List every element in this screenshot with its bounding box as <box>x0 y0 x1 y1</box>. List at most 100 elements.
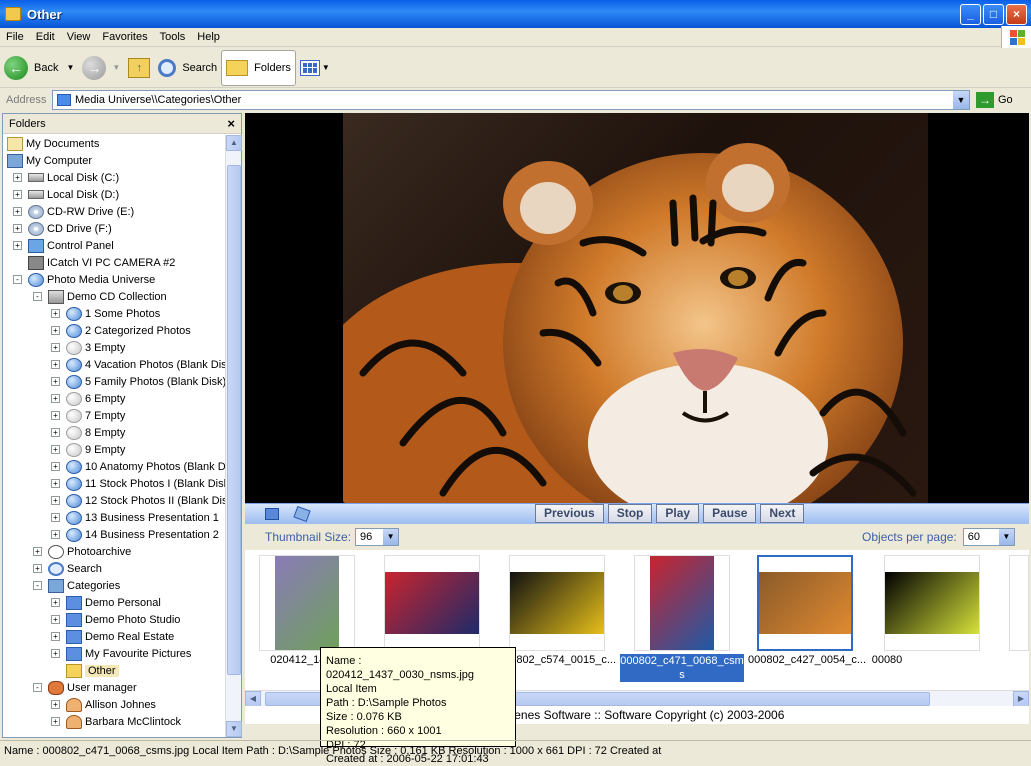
expand-icon[interactable]: + <box>51 360 60 369</box>
stop-button[interactable]: Stop <box>607 504 653 523</box>
up-folder-button[interactable]: ↑ <box>124 51 154 85</box>
grid-view-icon[interactable] <box>265 508 279 520</box>
tree-item[interactable]: +6 Empty <box>3 390 225 407</box>
expand-icon[interactable]: + <box>33 547 42 556</box>
next-button[interactable]: Next <box>760 504 805 523</box>
menu-favorites[interactable]: Favorites <box>96 31 153 43</box>
tree-item[interactable]: + My Favourite Pictures <box>3 645 225 662</box>
expand-icon[interactable]: + <box>51 479 60 488</box>
tree-item[interactable]: +5 Family Photos (Blank Disk) <box>3 373 225 390</box>
play-button[interactable]: Play <box>656 504 700 523</box>
tree-item[interactable]: + CD Drive (F:) <box>3 220 225 237</box>
tree-item[interactable]: + Local Disk (C:) <box>3 169 225 186</box>
expand-icon[interactable]: + <box>51 445 60 454</box>
expand-icon[interactable]: + <box>13 190 22 199</box>
expand-icon[interactable]: + <box>13 241 22 250</box>
expand-icon[interactable]: + <box>51 530 60 539</box>
tree-item[interactable]: +2 Categorized Photos <box>3 322 225 339</box>
tree-item[interactable]: + CD-RW Drive (E:) <box>3 203 225 220</box>
close-icon[interactable]: × <box>227 116 235 131</box>
tree-item[interactable]: - Photo Media Universe <box>3 271 225 288</box>
thumbnail[interactable] <box>259 555 355 651</box>
collapse-icon[interactable]: - <box>13 275 22 284</box>
tree-item[interactable]: + Barbara McClintock <box>3 713 225 730</box>
collapse-icon[interactable]: - <box>33 683 42 692</box>
tree-item[interactable]: + Control Panel <box>3 237 225 254</box>
tree-item[interactable]: + Photoarchive <box>3 543 225 560</box>
expand-icon[interactable]: + <box>51 615 60 624</box>
expand-icon[interactable]: + <box>13 173 22 182</box>
tree-item[interactable]: +10 Anatomy Photos (Blank Disk) <box>3 458 225 475</box>
tree-item[interactable]: +14 Business Presentation 2 <box>3 526 225 543</box>
tree-item[interactable]: +11 Stock Photos I (Blank Disk) <box>3 475 225 492</box>
expand-icon[interactable]: + <box>51 309 60 318</box>
expand-icon[interactable]: + <box>51 717 60 726</box>
tree-item[interactable]: +1 Some Photos <box>3 305 225 322</box>
thumbnail[interactable] <box>634 555 730 651</box>
expand-icon[interactable]: + <box>51 462 60 471</box>
tree-item[interactable]: My Computer <box>3 152 225 169</box>
close-button[interactable]: × <box>1006 4 1027 25</box>
scroll-left-icon[interactable]: ◀ <box>245 691 261 707</box>
tree-item[interactable]: + Demo Photo Studio <box>3 611 225 628</box>
expand-icon[interactable]: + <box>51 598 60 607</box>
tree-item[interactable]: Other <box>3 662 225 679</box>
minimize-button[interactable]: _ <box>960 4 981 25</box>
expand-icon[interactable]: + <box>51 394 60 403</box>
thumbnail[interactable] <box>757 555 853 651</box>
scroll-thumb[interactable] <box>227 165 241 675</box>
tree-item[interactable]: + Demo Real Estate <box>3 628 225 645</box>
address-field[interactable]: Media Universe\\Categories\Other ▼ <box>52 90 970 110</box>
thumbnail[interactable] <box>509 555 605 651</box>
tree-item[interactable]: ICatch VI PC CAMERA #2 <box>3 254 225 271</box>
collapse-icon[interactable]: - <box>33 581 42 590</box>
chevron-down-icon[interactable]: ▼ <box>953 91 969 109</box>
tools-icon[interactable] <box>293 505 311 523</box>
expand-icon[interactable]: + <box>51 496 60 505</box>
tree-item[interactable]: +4 Vacation Photos (Blank Disk) <box>3 356 225 373</box>
menu-view[interactable]: View <box>61 31 97 43</box>
pause-button[interactable]: Pause <box>703 504 757 523</box>
thumb-size-select[interactable]: 96 ▼ <box>355 528 400 546</box>
thumbnail[interactable] <box>1009 555 1029 651</box>
forward-button[interactable]: → ▼ <box>78 51 124 85</box>
thumbnail[interactable] <box>884 555 980 651</box>
tree-item[interactable]: - User manager <box>3 679 225 696</box>
tree-item[interactable]: +12 Stock Photos II (Blank Disk) <box>3 492 225 509</box>
expand-icon[interactable]: + <box>51 513 60 522</box>
menu-help[interactable]: Help <box>191 31 226 43</box>
tree-item[interactable]: - Demo CD Collection <box>3 288 225 305</box>
tree-item[interactable]: + Search <box>3 560 225 577</box>
tree-item[interactable]: - Categories <box>3 577 225 594</box>
folders-button[interactable]: Folders <box>221 49 296 86</box>
tree-item[interactable]: +8 Empty <box>3 424 225 441</box>
tree-item[interactable]: +13 Business Presentation 1 <box>3 509 225 526</box>
back-button[interactable]: ← Back ▼ <box>0 51 78 85</box>
scroll-right-icon[interactable]: ▶ <box>1013 691 1029 707</box>
search-button[interactable]: Search <box>154 51 221 85</box>
menu-file[interactable]: File <box>0 31 30 43</box>
views-button[interactable]: ▼ <box>296 51 334 85</box>
expand-icon[interactable]: + <box>51 326 60 335</box>
maximize-button[interactable]: □ <box>983 4 1004 25</box>
expand-icon[interactable]: + <box>51 632 60 641</box>
menu-tools[interactable]: Tools <box>154 31 192 43</box>
tree-item[interactable]: +9 Empty <box>3 441 225 458</box>
thumbnail[interactable] <box>384 555 480 651</box>
tree-item[interactable]: +3 Empty <box>3 339 225 356</box>
per-page-select[interactable]: 60 ▼ <box>962 528 1015 546</box>
expand-icon[interactable]: + <box>13 224 22 233</box>
expand-icon[interactable]: + <box>51 700 60 709</box>
chevron-down-icon[interactable]: ▼ <box>112 63 120 72</box>
tree-item[interactable]: + Local Disk (D:) <box>3 186 225 203</box>
expand-icon[interactable]: + <box>33 564 42 573</box>
tree-item[interactable]: My Documents <box>3 135 225 152</box>
expand-icon[interactable]: + <box>51 377 60 386</box>
tree-item[interactable]: + Demo Personal <box>3 594 225 611</box>
previous-button[interactable]: Previous <box>535 504 604 523</box>
scroll-up-icon[interactable]: ▲ <box>226 135 242 151</box>
tree-item[interactable]: +7 Empty <box>3 407 225 424</box>
expand-icon[interactable]: + <box>51 428 60 437</box>
tree-item[interactable]: + Allison Johnes <box>3 696 225 713</box>
expand-icon[interactable]: + <box>51 343 60 352</box>
